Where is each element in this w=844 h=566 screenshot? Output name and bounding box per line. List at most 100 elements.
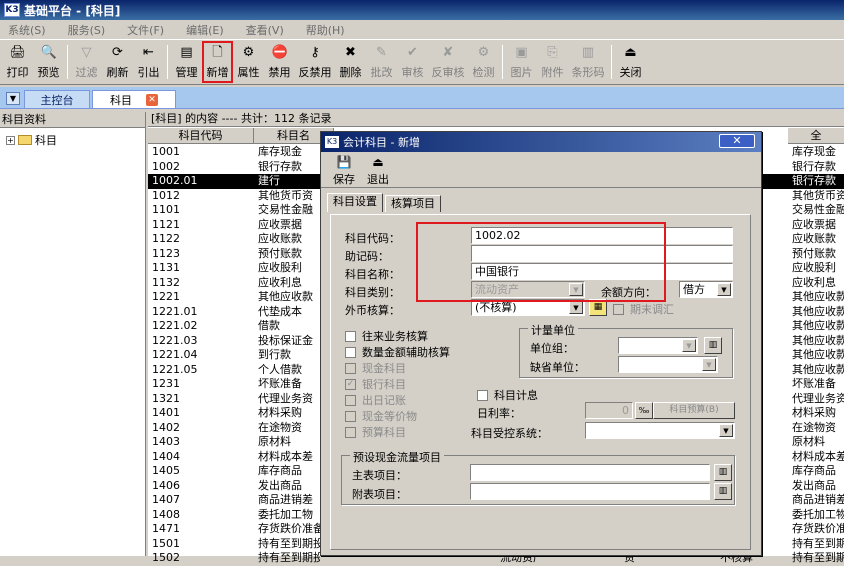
toolbar-button-9[interactable]: ⚙ 属性 <box>233 41 264 83</box>
chevron-down-icon[interactable]: ▼ <box>702 358 716 371</box>
app-logo-icon: K3 <box>4 3 20 17</box>
tab-main-console[interactable]: 主控台 <box>24 90 90 108</box>
table-cell: 持有至到期投资减值 <box>258 551 320 564</box>
table-cell: 交易性金融 <box>258 203 313 216</box>
table-cell: 发出商品 <box>258 478 302 492</box>
daily-rate-field: 0 <box>585 402 633 419</box>
menu-service[interactable]: 服务(S) <box>68 22 106 38</box>
table-cell: 1002.01 <box>152 174 198 187</box>
chevron-down-icon[interactable]: ▼ <box>717 283 731 296</box>
table-cell: 1501 <box>152 536 180 550</box>
toolbar-button-0[interactable]: 🖨 打印 <box>2 41 33 83</box>
table-cell: 代理业务资 <box>792 391 844 405</box>
table-cell: 存货跌价准备 <box>258 522 320 535</box>
tab-accounting-items[interactable]: 核算项目 <box>385 195 441 212</box>
exit-button[interactable]: ⏏ 退出 <box>361 152 395 187</box>
toolbar-label: 关闭 <box>619 66 642 79</box>
main-item-lookup-icon[interactable]: ▥ <box>714 464 732 481</box>
close-tab-icon[interactable]: ✕ <box>146 93 158 106</box>
table-cell: 坏账准备 <box>792 377 836 390</box>
table-cell: 材料成本差 <box>258 449 313 463</box>
tree-root-label: 科目 <box>35 134 57 147</box>
chevron-down-icon[interactable]: ▼ <box>719 424 733 437</box>
toolbar-button-7[interactable]: ▤ 管理 <box>171 41 202 83</box>
toolbar-button-10[interactable]: ⛔ 禁用 <box>264 41 295 83</box>
col-header-code[interactable]: 科目代码 <box>148 128 254 144</box>
currency-label: 外币核算： <box>345 304 400 317</box>
checkbox-box[interactable] <box>345 330 356 342</box>
unit-group-caption: 计量单位 <box>528 322 578 338</box>
checkbox-box[interactable] <box>477 389 488 401</box>
checkbox-label: 银行科目 <box>362 378 406 391</box>
period-adjust-label: 期末调汇 <box>630 303 674 316</box>
table-cell: 1403 <box>152 435 180 448</box>
expand-icon[interactable]: + <box>6 135 15 145</box>
menu-system[interactable]: 系统(S) <box>8 22 46 38</box>
toolbar-button-14: ✔ 审核 <box>397 41 428 83</box>
option-checkbox-3: ✓ 银行科目 <box>345 376 406 392</box>
table-cell: 其他应收款 <box>792 362 844 376</box>
app-titlebar: K3 基础平台 - [科目] <box>0 0 844 20</box>
dialog-close-button[interactable]: ✕ <box>719 134 755 148</box>
toolbar-button-22[interactable]: ⏏ 关闭 <box>615 41 646 83</box>
toolbar-icon: ▤ <box>180 45 193 60</box>
table-cell: 到行款 <box>258 348 291 361</box>
chevron-down-icon[interactable]: ▼ <box>569 301 583 314</box>
toolbar-button-11[interactable]: ⚷ 反禁用 <box>295 41 335 83</box>
checkbox-label: 预算科目 <box>362 426 406 439</box>
toolbar-button-1[interactable]: 🔍 预览 <box>33 41 64 83</box>
table-cell: 1221.03 <box>152 333 198 347</box>
main-item-field[interactable] <box>470 464 710 481</box>
menu-edit[interactable]: 编辑(E) <box>186 22 224 38</box>
toolbar-label: 引出 <box>137 66 160 79</box>
chevron-down-icon[interactable]: ▼ <box>682 339 696 352</box>
toolbar-icon: ✖ <box>345 45 356 60</box>
toolbar-icon: ⎘ <box>547 45 558 60</box>
tree-root-item[interactable]: + 科目 <box>0 128 145 148</box>
checkbox-box <box>345 362 356 374</box>
option-checkbox-1[interactable]: 数量金额辅助核算 <box>345 344 450 360</box>
menu-file[interactable]: 文件(F) <box>127 22 164 38</box>
table-cell: 1221.02 <box>152 319 198 332</box>
table-cell: 其他应收款 <box>792 304 844 318</box>
table-cell: 1131 <box>152 261 180 274</box>
table-cell: 商品进销差 <box>258 493 313 506</box>
toolbar-icon: ▥ <box>581 45 595 60</box>
toolbar-icon: 🔍 <box>40 45 57 60</box>
tab-dropdown-icon[interactable]: ▼ <box>6 92 20 105</box>
table-cell: 1123 <box>152 246 180 260</box>
tab-subject-settings[interactable]: 科目设置 <box>327 193 383 212</box>
option-checkbox-0[interactable]: 往来业务核算 <box>345 328 428 344</box>
unit-group-select[interactable]: ▼ <box>618 337 698 354</box>
table-cell: 1321 <box>152 391 180 405</box>
name-label: 科目名称： <box>345 268 400 281</box>
table-cell: 存货跌价准 <box>792 522 844 535</box>
toolbar-label: 图片 <box>510 66 533 79</box>
toolbar-label: 反禁用 <box>298 66 332 79</box>
sub-item-field[interactable] <box>470 483 710 500</box>
mnemonic-label: 助记码： <box>345 250 389 263</box>
toolbar-button-4[interactable]: ⟳ 刷新 <box>102 41 133 83</box>
table-cell: 1405 <box>152 464 180 477</box>
table-cell: 材料成本差 <box>792 449 844 463</box>
menu-help[interactable]: 帮助(H) <box>306 22 345 38</box>
table-cell: 1221.01 <box>152 304 198 318</box>
toolbar-label: 新增 <box>206 66 229 79</box>
table-cell: 库存商品 <box>792 464 836 477</box>
toolbar-button-12[interactable]: ✖ 删除 <box>335 41 366 83</box>
direction-select[interactable]: 借方 ▼ <box>679 281 733 298</box>
toolbar-button-8[interactable]: 🗋 新增 <box>202 41 233 83</box>
save-button[interactable]: 💾 保存 <box>327 152 361 187</box>
col-header-fullname[interactable]: 全 <box>788 128 844 144</box>
checkbox-box[interactable] <box>345 346 356 358</box>
unit-group-lookup-icon[interactable]: ▥ <box>704 337 722 354</box>
control-system-select[interactable]: ▼ <box>585 422 735 439</box>
table-cell: 其他应收款 <box>792 290 844 303</box>
interest-checkbox[interactable]: 科目计息 <box>477 387 538 403</box>
tab-subjects[interactable]: 科目 ✕ <box>92 90 176 108</box>
menu-view[interactable]: 查看(V) <box>246 22 284 38</box>
sub-item-lookup-icon[interactable]: ▥ <box>714 483 732 500</box>
toolbar-button-5[interactable]: ⇤ 引出 <box>133 41 164 83</box>
default-unit-select[interactable]: ▼ <box>618 356 718 373</box>
table-cell: 应收账款 <box>792 232 836 245</box>
